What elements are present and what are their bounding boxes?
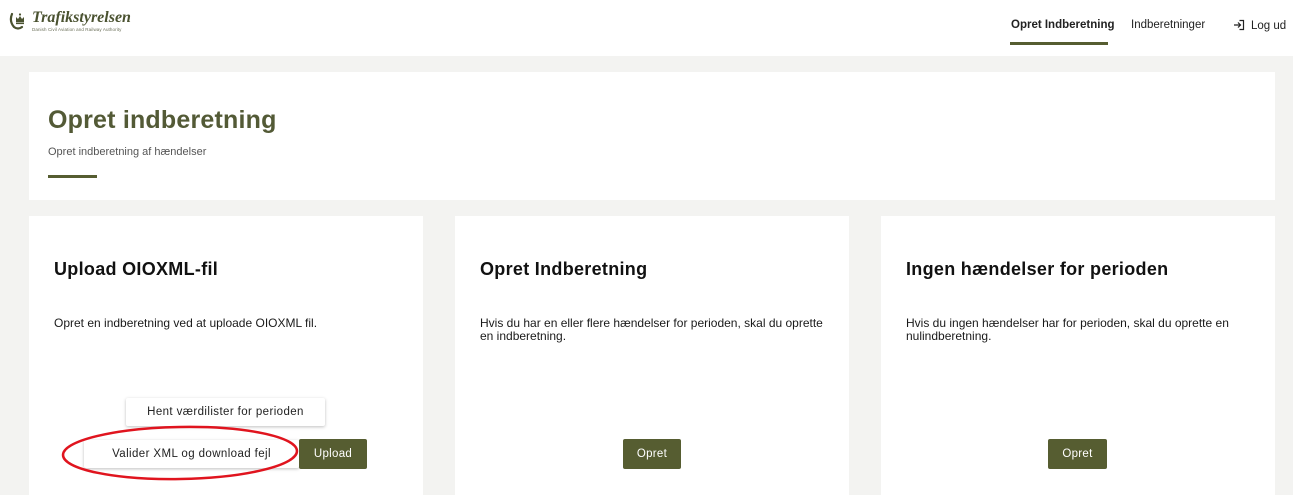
logout-link[interactable]: Log ud <box>1233 19 1286 32</box>
nav-reports[interactable]: Indberetninger <box>1131 19 1205 31</box>
site-logo[interactable]: Trafikstyrelsen Danish Civil Aviation an… <box>8 10 131 32</box>
card-no-events: Ingen hændelser for perioden Hvis du ing… <box>881 216 1275 495</box>
logo-tagline: Danish Civil Aviation and Railway Author… <box>32 27 122 32</box>
upload-button[interactable]: Upload <box>299 439 367 469</box>
validate-xml-button[interactable]: Valider XML og download fejl <box>84 440 299 468</box>
page-subtitle: Opret indberetning af hændelser <box>48 146 207 158</box>
card-description: Hvis du ingen hændelser har for perioden… <box>906 316 1229 343</box>
card-upload-oioxml: Upload OIOXML-fil Opret en indberetning … <box>29 216 423 495</box>
card-title: Opret Indberetning <box>480 259 648 279</box>
title-underline <box>48 175 97 178</box>
crown-icon <box>9 12 24 30</box>
nav-create-report[interactable]: Opret Indberetning <box>1011 19 1115 31</box>
fetch-value-lists-button[interactable]: Hent værdilister for perioden <box>126 398 325 426</box>
card-title: Ingen hændelser for perioden <box>906 259 1169 279</box>
logo-name: Trafikstyrelsen <box>32 9 131 26</box>
create-report-button[interactable]: Opret <box>623 439 681 469</box>
card-title: Upload OIOXML-fil <box>54 259 219 279</box>
logout-icon <box>1234 19 1245 31</box>
create-zero-report-button[interactable]: Opret <box>1048 439 1107 469</box>
card-description: Hvis du har en eller flere hændelser for… <box>480 316 823 343</box>
page-header-panel: Opret indberetning Opret indberetning af… <box>29 72 1275 200</box>
card-description: Opret en indberetning ved at uploade OIO… <box>54 316 318 330</box>
card-create-report: Opret Indberetning Hvis du har en eller … <box>455 216 849 495</box>
top-navigation-bar: Trafikstyrelsen Danish Civil Aviation an… <box>0 0 1293 56</box>
page-title: Opret indberetning <box>48 106 277 134</box>
nav-active-indicator <box>1010 42 1108 45</box>
logout-label: Log ud <box>1251 20 1287 32</box>
